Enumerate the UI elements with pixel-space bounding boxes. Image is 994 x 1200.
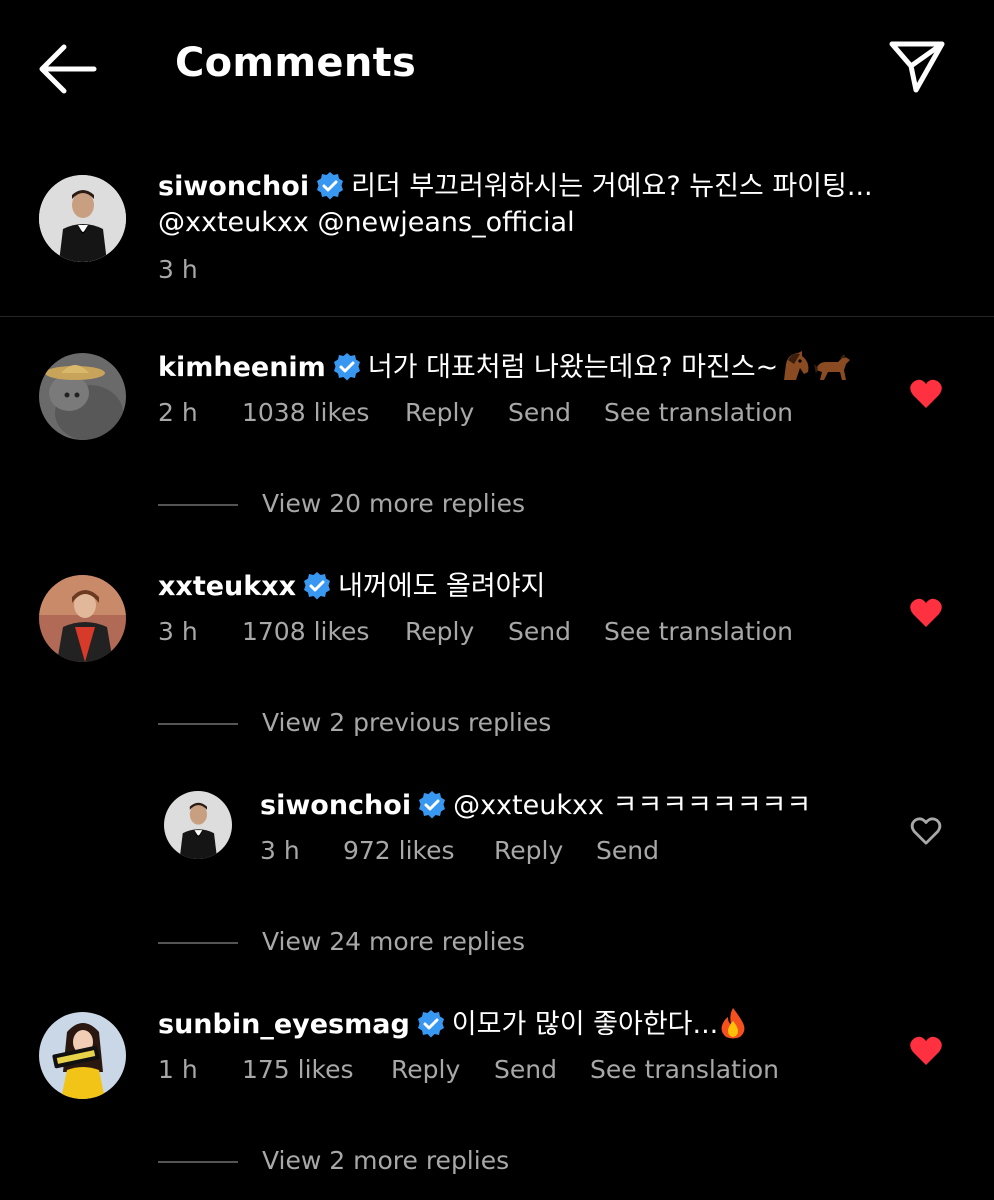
divider [158,1161,238,1163]
view-replies-label[interactable]: View 20 more replies [262,484,525,524]
page-title: Comments [175,40,417,86]
comment-time: 3 h [158,617,198,646]
view-replies-label[interactable]: View 2 previous replies [262,703,551,743]
divider [0,316,994,317]
heart-filled-icon[interactable] [909,378,943,410]
likes-count[interactable]: 1038 likes [242,398,369,427]
caption-mentions[interactable]: @xxteukxx @newjeans_official [158,203,575,243]
avatar[interactable] [39,575,126,662]
header-bar: Comments [0,0,994,135]
horse-face-emoji-icon [778,350,812,394]
verified-badge-icon [416,1009,446,1039]
heart-outline-icon[interactable] [910,816,944,848]
send-button[interactable]: Send [494,1055,557,1084]
comment-time: 3 h [158,255,198,284]
heart-filled-icon[interactable] [909,1035,943,1067]
avatar[interactable] [39,1012,126,1099]
comment-username[interactable]: kimheenim [158,352,326,383]
verified-badge-icon [315,171,345,201]
likes-count[interactable]: 175 likes [242,1055,354,1084]
comment-time: 2 h [158,398,198,427]
verified-badge-icon [417,790,447,820]
likes-count[interactable]: 972 likes [343,836,455,865]
comment-username[interactable]: siwonchoi [260,790,411,821]
reply-button[interactable]: Reply [405,617,474,646]
comment-text: 이모가 많이 좋아한다... [451,1009,719,1040]
send-button[interactable]: Send [508,398,571,427]
comment-username[interactable]: xxteukxx [158,571,296,602]
view-more-replies[interactable]: View 24 more replies [158,922,558,962]
divider [158,942,238,944]
horse-emoji-icon [812,350,852,394]
comment-username[interactable]: sunbin_eyesmag [158,1009,410,1040]
fire-emoji-icon [718,1007,748,1051]
view-replies-label[interactable]: View 2 more replies [262,1141,509,1181]
comment-text: 리더 부끄러워하시는 거예요? 뉴진스 파이팅... [351,171,873,202]
heart-filled-icon[interactable] [909,597,943,629]
verified-badge-icon [332,352,362,382]
reply-button[interactable]: Reply [405,398,474,427]
view-more-replies[interactable]: View 20 more replies [158,484,558,524]
avatar[interactable] [39,175,126,262]
paper-plane-icon[interactable] [884,36,950,98]
see-translation-button[interactable]: See translation [604,398,793,427]
comment-text: @xxteukxx ㅋㅋㅋㅋㅋㅋㅋㅋ [453,790,812,821]
send-button[interactable]: Send [508,617,571,646]
back-arrow-icon[interactable] [36,42,100,96]
view-more-replies[interactable]: View 2 more replies [158,1141,558,1181]
avatar[interactable] [39,353,126,440]
see-translation-button[interactable]: See translation [604,617,793,646]
divider [158,723,238,725]
comment-text: 너가 대표처럼 나왔는데요? 마진스~ [367,352,779,383]
see-translation-button[interactable]: See translation [590,1055,779,1084]
comment-username[interactable]: siwonchoi [158,171,309,202]
reply-button[interactable]: Reply [494,836,563,865]
verified-badge-icon [302,571,332,601]
comment-text: 내꺼에도 올려야지 [338,571,546,602]
send-button[interactable]: Send [596,836,659,865]
avatar[interactable] [164,791,232,859]
view-replies-label[interactable]: View 24 more replies [262,922,525,962]
divider [158,504,238,506]
reply-button[interactable]: Reply [391,1055,460,1084]
likes-count[interactable]: 1708 likes [242,617,369,646]
comment-time: 3 h [260,836,300,865]
comment-time: 1 h [158,1055,198,1084]
view-previous-replies[interactable]: View 2 previous replies [158,703,578,743]
